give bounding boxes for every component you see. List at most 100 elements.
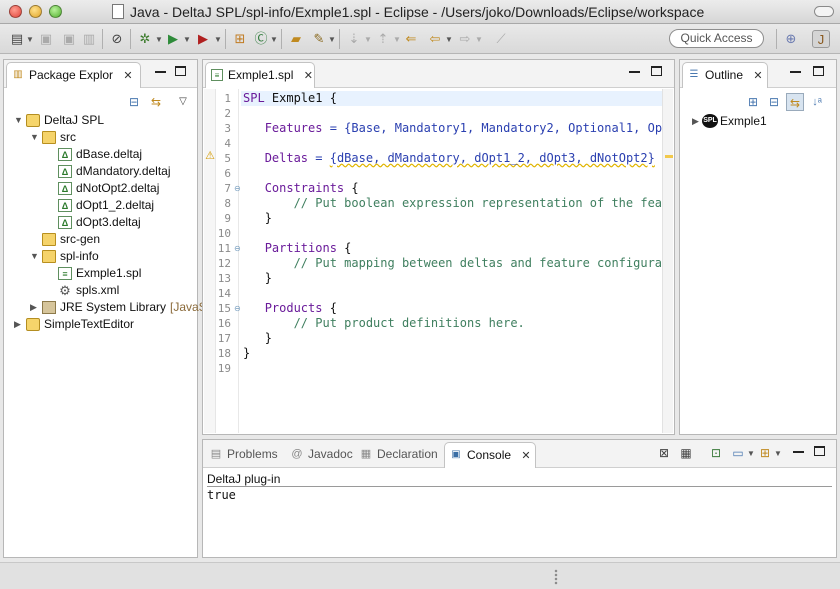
open-type-icon[interactable]: ▰ [287, 30, 305, 48]
chevron-down-icon[interactable]: ▼ [328, 31, 336, 49]
previous-annotation-icon[interactable]: ⇡ [374, 30, 392, 48]
minimize-button[interactable] [629, 65, 641, 77]
tab-package-explorer[interactable]: ▥ Package Explor ✕ [6, 62, 141, 88]
tab-label: Problems [227, 447, 278, 461]
tab-javadoc[interactable]: @ Javadoc [286, 442, 353, 468]
toolbar-toggle-button[interactable] [814, 6, 834, 17]
new-icon[interactable]: ▤ [8, 30, 26, 48]
overview-ruler[interactable] [662, 89, 673, 433]
next-annotation-icon[interactable]: ⇣ [345, 30, 363, 48]
chevron-down-icon[interactable]: ▼ [270, 31, 278, 49]
view-menu-icon[interactable]: ▽ [174, 93, 192, 111]
toolbar-separator [102, 29, 103, 49]
open-console-icon[interactable]: ⊞ [756, 444, 774, 462]
minimize-button[interactable] [155, 65, 167, 77]
main-toolbar: ▤ ▼ ▣ ▣ ▥ ⊘ ✲ ▼ ▶ ▼ ▶ ▼ ⊞ Ⓒ ▼ ▰ ✎ ▼ ⇣ ▼ … [0, 24, 840, 54]
editor-panel: ≡ Exmple1.spl ✕ ⚠ 1 2 3 4 5 6 7 ⊖ 8 9 10 11 ⊖ 12 13 14 1… [202, 59, 675, 435]
chevron-down-icon[interactable]: ▼ [393, 31, 401, 49]
code-area[interactable]: SPL Exmple1 { Features = {Base, Mandator… [203, 89, 674, 434]
deltaj-file-icon: Δ [58, 165, 72, 178]
tree-item-label: DeltaJ SPL [44, 113, 105, 127]
minimize-button[interactable] [793, 445, 805, 457]
last-edit-icon[interactable]: ⇐ [402, 30, 420, 48]
skip-breakpoints-icon[interactable]: ⊘ [108, 30, 126, 48]
forward-icon[interactable]: ⇨ [456, 30, 474, 48]
clear-console-icon[interactable]: ⊠ [655, 444, 673, 462]
chevron-down-icon[interactable]: ▼ [30, 248, 40, 261]
tree-item-label: src [60, 130, 76, 144]
window-minimize-button[interactable] [29, 5, 42, 18]
quick-access-input[interactable]: Quick Access [669, 29, 764, 48]
display-console-icon[interactable]: ▭ [729, 444, 747, 462]
pin-console-icon[interactable]: ⊡ [707, 444, 725, 462]
back-icon[interactable]: ⇦ [426, 30, 444, 48]
java-perspective-icon[interactable]: J [812, 30, 830, 48]
window-zoom-button[interactable] [49, 5, 62, 18]
print-icon[interactable]: ▥ [80, 30, 98, 48]
debug-icon[interactable]: ✲ [136, 30, 154, 48]
pin-editor-icon[interactable]: ⟋ [492, 30, 510, 48]
maximize-button[interactable] [175, 65, 187, 77]
collapse-all-icon[interactable]: ⊟ [765, 93, 783, 111]
chevron-down-icon[interactable]: ▼ [155, 31, 163, 49]
tab-declaration[interactable]: ▦ Declaration [355, 442, 438, 468]
chevron-right-icon[interactable]: ▶ [30, 299, 40, 312]
code-line-9: } [264, 211, 272, 225]
outline-root-label[interactable]: Exmple1 [720, 113, 767, 130]
library-icon [42, 301, 56, 314]
tree-item-label: src-gen [60, 232, 101, 246]
search-icon[interactable]: ✎ [310, 30, 328, 48]
code-line-5: Deltas = {dBase, dMandatory, dOpt1_2, dO… [264, 151, 655, 165]
expand-all-icon[interactable]: ⊞ [744, 93, 762, 111]
chevron-down-icon[interactable]: ▼ [774, 445, 782, 463]
code-line-12: // Put mapping between deltas and featur… [293, 256, 670, 270]
chevron-right-icon[interactable]: ▶ [14, 316, 24, 329]
chevron-down-icon[interactable]: ▼ [475, 31, 483, 49]
close-icon[interactable]: ✕ [123, 70, 132, 82]
tab-problems[interactable]: ▤ Problems [205, 442, 278, 468]
maximize-button[interactable] [814, 445, 826, 457]
external-tools-icon[interactable]: ▶ [194, 30, 212, 48]
chevron-down-icon[interactable]: ▼ [14, 112, 24, 125]
run-icon[interactable]: ▶ [164, 30, 182, 48]
chevron-down-icon[interactable]: ▼ [26, 31, 34, 49]
chevron-down-icon[interactable]: ▼ [747, 445, 755, 463]
close-icon[interactable]: ✕ [521, 450, 530, 462]
chevron-down-icon[interactable]: ▼ [364, 31, 372, 49]
tab-label: Javadoc [308, 447, 353, 461]
chevron-down-icon[interactable]: ▼ [445, 31, 453, 49]
minimize-button[interactable] [790, 65, 802, 77]
status-grip-icon[interactable] [554, 569, 558, 585]
open-perspective-icon[interactable]: ⊕ [782, 30, 800, 48]
maximize-button[interactable] [813, 65, 825, 77]
chevron-down-icon[interactable]: ▼ [30, 129, 40, 142]
save-icon[interactable]: ▣ [37, 30, 55, 48]
link-with-editor-icon[interactable]: ⇆ [786, 93, 804, 111]
javadoc-icon: @ [291, 448, 303, 460]
new-package-icon[interactable]: ⊞ [231, 30, 249, 48]
code-line-11: Partitions { [264, 241, 352, 255]
save-all-icon[interactable]: ▣ [60, 30, 78, 48]
tab-outline[interactable]: ☰ Outline ✕ [682, 62, 768, 88]
close-icon[interactable]: ✕ [753, 70, 762, 82]
collapse-all-icon[interactable]: ⊟ [125, 93, 143, 111]
outline-icon: ☰ [689, 69, 699, 80]
sort-icon[interactable]: ↓ᵃ [808, 93, 826, 111]
outline-panel: ☰ Outline ✕ ⊞ ⊟ ⇆ ↓ᵃ ▶ SPL Exmple1 [679, 59, 837, 435]
code-line-8: // Put boolean expression representation… [293, 196, 670, 210]
warning-marker[interactable] [665, 155, 673, 158]
chevron-right-icon[interactable]: ▶ [692, 113, 699, 130]
tab-console[interactable]: ▣ Console ✕ [444, 442, 536, 468]
close-icon[interactable]: ✕ [304, 70, 313, 82]
new-class-icon[interactable]: Ⓒ [252, 30, 270, 48]
tab-exmple1-spl[interactable]: ≡ Exmple1.spl ✕ [205, 62, 315, 88]
chevron-down-icon[interactable]: ▼ [214, 31, 222, 49]
scroll-lock-icon[interactable]: ▦ [677, 444, 695, 462]
window-close-button[interactable] [9, 5, 22, 18]
console-tabstrip: ▤ Problems @ Javadoc ▦ Declaration ▣ Con… [203, 440, 836, 468]
spl-file-icon: ≡ [58, 267, 72, 280]
chevron-down-icon[interactable]: ▼ [183, 31, 191, 49]
maximize-button[interactable] [651, 65, 663, 77]
console-output[interactable]: true [207, 488, 236, 503]
link-with-editor-icon[interactable]: ⇆ [147, 93, 165, 111]
